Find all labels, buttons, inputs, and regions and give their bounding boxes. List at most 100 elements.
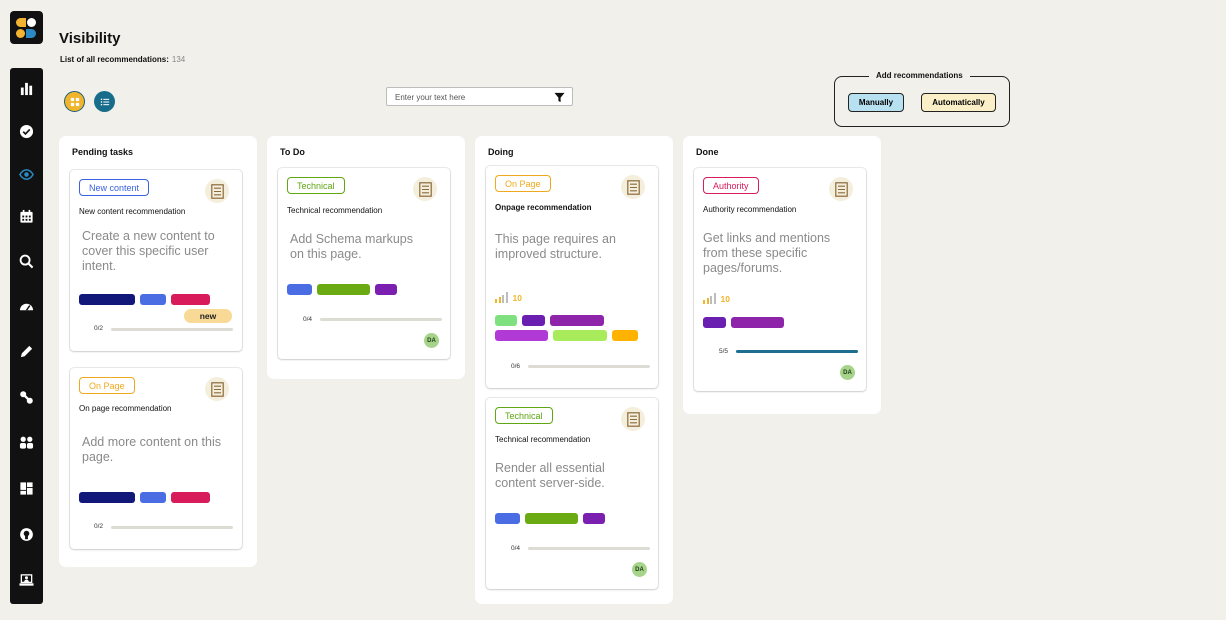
label-chip[interactable] — [171, 492, 210, 503]
recommendation-card[interactable]: On Page Onpage recommendation This page … — [486, 166, 658, 388]
description-line: Add Schema markups — [290, 232, 413, 246]
label-chip[interactable] — [583, 513, 605, 524]
label-chip[interactable] — [317, 284, 370, 295]
recommendation-card[interactable]: Technical Technical recommendation Add S… — [278, 168, 450, 359]
card-title: On page recommendation — [79, 404, 172, 413]
link-icon[interactable] — [10, 385, 43, 409]
grid-view-button[interactable] — [64, 91, 85, 112]
description-line: from these specific — [703, 246, 808, 260]
score-value: 10 — [720, 294, 730, 304]
label-chip[interactable] — [287, 284, 312, 295]
recommendation-card[interactable]: New content New content recommendation C… — [70, 170, 242, 351]
label-chip[interactable] — [553, 330, 607, 341]
label-chip[interactable] — [495, 330, 548, 341]
search-bar — [386, 87, 573, 106]
progress-fill — [736, 350, 858, 353]
gauge-icon[interactable] — [10, 294, 43, 318]
recommendation-card[interactable]: Technical Technical recommendation Rende… — [486, 398, 658, 589]
label-chip[interactable] — [171, 294, 210, 305]
list-view-button[interactable] — [94, 91, 115, 112]
progress-bar — [528, 365, 650, 368]
category-tag[interactable]: New content — [79, 179, 150, 196]
column-doing: Doing On Page Onpage recommendation This… — [475, 136, 673, 604]
user-laptop-icon[interactable] — [10, 568, 43, 592]
label-chips — [79, 492, 210, 503]
category-tag[interactable]: Technical — [287, 177, 345, 194]
progress-bar — [111, 526, 233, 529]
description-line: Add more content on this — [82, 435, 221, 449]
progress-count: 0/2 — [94, 523, 104, 530]
score-value: 10 — [512, 293, 522, 303]
users-icon[interactable] — [10, 430, 43, 454]
card-title: Technical recommendation — [495, 435, 591, 444]
category-tag[interactable]: On Page — [79, 377, 135, 394]
card-description: Create a new content to cover this speci… — [82, 229, 215, 274]
column-title: Doing — [488, 147, 514, 157]
assignee-avatar[interactable]: DA — [424, 333, 439, 348]
card-title: Onpage recommendation — [495, 203, 592, 212]
label-chip[interactable] — [140, 492, 166, 503]
label-chip[interactable] — [525, 513, 578, 524]
chart-bar-icon[interactable] — [10, 76, 43, 100]
progress-bar — [528, 547, 650, 550]
label-chip[interactable] — [731, 317, 784, 328]
search-input[interactable] — [395, 90, 545, 104]
checklist-icon[interactable] — [621, 175, 645, 199]
add-recommendations-panel: Add recommendations Manually Automatical… — [834, 71, 1010, 127]
checklist-icon[interactable] — [413, 177, 437, 201]
assignee-avatar[interactable]: DA — [840, 365, 855, 380]
add-automatically-button[interactable]: Automatically — [921, 93, 996, 112]
app-logo[interactable] — [10, 11, 43, 44]
checklist-icon[interactable] — [205, 179, 229, 203]
category-tag[interactable]: Technical — [495, 407, 553, 424]
description-line: content server-side. — [495, 476, 605, 490]
priority-score: 10 — [703, 293, 730, 304]
description-line: cover this specific user — [82, 244, 209, 258]
progress-bar — [111, 328, 233, 331]
filter-icon[interactable] — [554, 92, 565, 103]
add-manually-button[interactable]: Manually — [848, 93, 904, 112]
check-circle-icon[interactable] — [10, 119, 43, 143]
grid-icon — [70, 97, 79, 106]
sidebar — [10, 68, 43, 604]
label-chip[interactable] — [703, 317, 726, 328]
recommendation-card[interactable]: On Page On page recommendation Add more … — [70, 368, 242, 549]
label-chip[interactable] — [79, 492, 135, 503]
label-chips — [287, 284, 397, 295]
list-icon — [100, 98, 109, 105]
category-tag[interactable]: On Page — [495, 175, 551, 192]
dashboard-icon[interactable] — [10, 476, 43, 500]
checklist-icon[interactable] — [829, 177, 853, 201]
label-chip[interactable] — [522, 315, 545, 326]
label-chip[interactable] — [375, 284, 397, 295]
card-description: This page requires an improved structure… — [495, 232, 616, 262]
checklist-icon[interactable] — [621, 407, 645, 431]
description-line: Create a new content to — [82, 229, 215, 243]
recommendations-summary: List of all recommendations: 134 — [60, 55, 185, 64]
eye-icon[interactable] — [10, 162, 43, 186]
search-icon[interactable] — [10, 249, 43, 273]
label-chip[interactable] — [140, 294, 166, 305]
label-chip[interactable] — [495, 513, 520, 524]
summary-label: List of all recommendations: — [60, 55, 169, 64]
category-tag[interactable]: Authority — [703, 177, 759, 194]
new-badge: new — [184, 309, 232, 323]
assignee-avatar[interactable]: DA — [632, 562, 647, 577]
card-title: New content recommendation — [79, 207, 186, 216]
label-chip[interactable] — [550, 315, 604, 326]
recommendation-card[interactable]: Authority Authority recommendation Get l… — [694, 168, 866, 391]
description-line: Render all essential — [495, 461, 605, 475]
lightbulb-icon[interactable] — [10, 522, 43, 546]
column-title: Pending tasks — [72, 147, 134, 157]
description-line: improved structure. — [495, 247, 602, 261]
pencil-icon[interactable] — [10, 339, 43, 363]
card-title: Authority recommendation — [703, 205, 797, 214]
label-chips — [79, 294, 210, 305]
progress-count: 0/4 — [511, 545, 521, 552]
label-chips — [495, 315, 655, 341]
label-chip[interactable] — [495, 315, 517, 326]
calendar-icon[interactable] — [10, 204, 43, 228]
checklist-icon[interactable] — [205, 377, 229, 401]
label-chip[interactable] — [79, 294, 135, 305]
label-chip[interactable] — [612, 330, 638, 341]
